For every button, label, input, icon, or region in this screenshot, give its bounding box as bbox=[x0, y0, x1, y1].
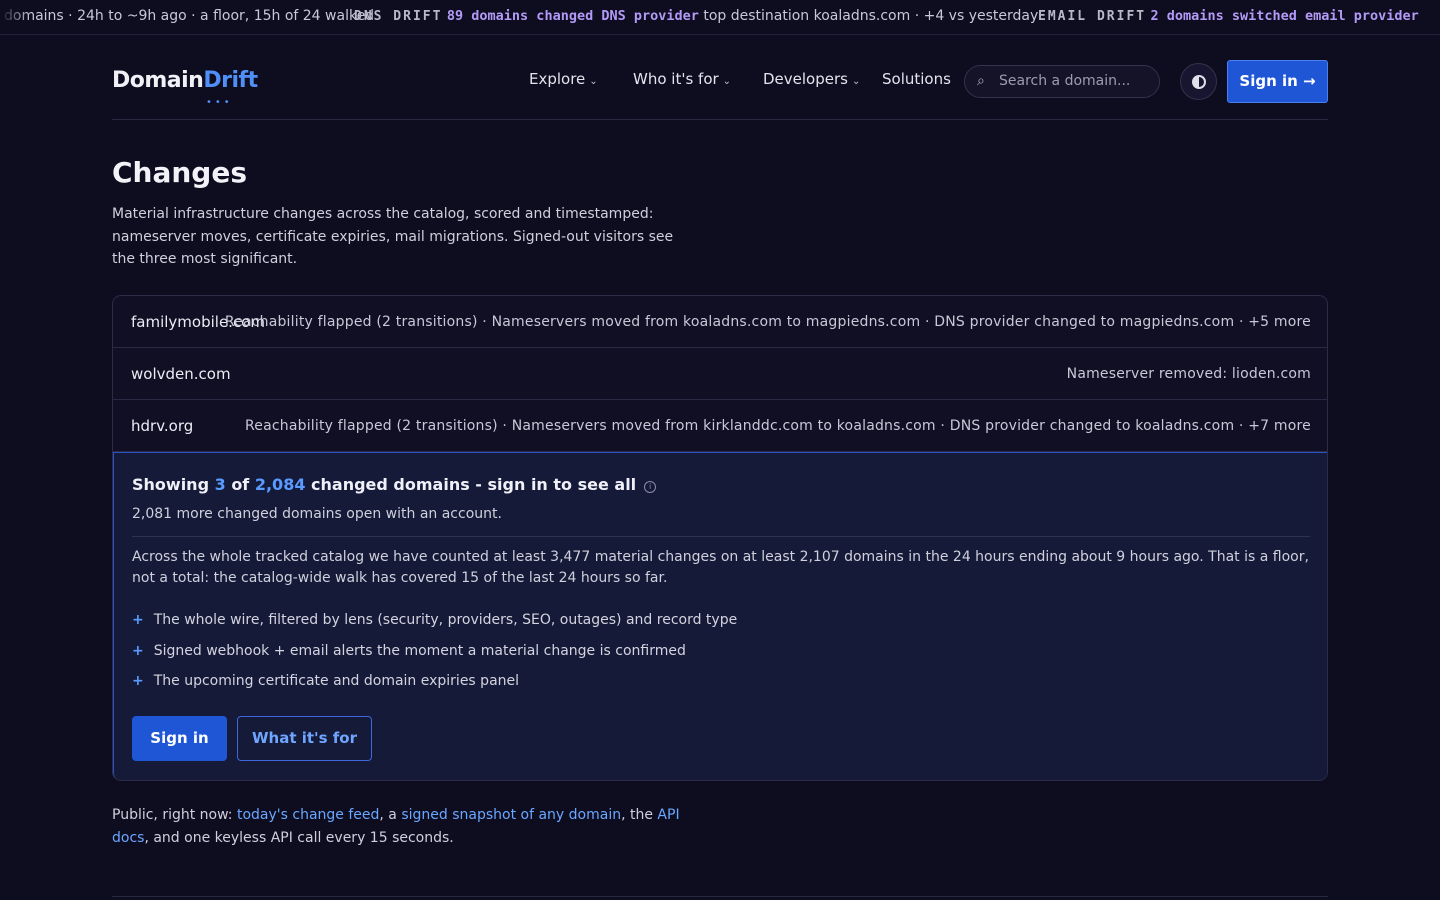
public-sep1: , a bbox=[379, 807, 402, 823]
chevron-down-icon: ⌄ bbox=[589, 76, 598, 87]
gate-subtitle: 2,081 more changed domains open with an … bbox=[132, 506, 502, 522]
ticker-fade bbox=[0, 0, 30, 34]
sign-in-gate: Showing 3 of 2,084 changed domains - sig… bbox=[113, 452, 1327, 780]
sign-in-button[interactable]: Sign in bbox=[132, 716, 227, 761]
theme-toggle-button[interactable] bbox=[1180, 63, 1217, 100]
plus-icon: + bbox=[132, 673, 144, 689]
public-links-paragraph: Public, right now: today's change feed, … bbox=[112, 804, 702, 850]
list-item: + The whole wire, filtered by lens (secur… bbox=[132, 609, 737, 640]
ticker-bar: domains · 24h to ~9h ago · a floor, 15h … bbox=[0, 0, 1440, 35]
list-item-text: The whole wire, filtered by lens (securi… bbox=[153, 612, 738, 628]
changes-table: familymobile.com Reachability flapped (2… bbox=[112, 295, 1328, 781]
main-nav: DomainDrift ••• Explore ⌄ Who it's for ⌄ D… bbox=[112, 58, 1328, 120]
row-changes: Nameserver removed: lioden.com bbox=[1066, 366, 1311, 382]
ticker-text-dns: top destination koaladns.com · +4 vs yes… bbox=[703, 8, 1039, 24]
public-sep2: , the bbox=[621, 807, 658, 823]
public-prefix: Public, right now: bbox=[112, 807, 237, 823]
gate-paragraph: Across the whole tracked catalog we have… bbox=[132, 549, 1309, 586]
search-icon: ⌕ bbox=[977, 73, 985, 89]
logo[interactable]: DomainDrift bbox=[112, 68, 258, 93]
gate-title: Showing 3 of 2,084 changed domains - sig… bbox=[132, 475, 657, 494]
logo-accent: Drift bbox=[203, 68, 258, 93]
list-item: + Signed webhook + email alerts the momen… bbox=[132, 640, 737, 671]
plus-icon: + bbox=[132, 612, 144, 628]
search-placeholder: Search a domain... bbox=[999, 73, 1131, 89]
row-changes: Reachability flapped (2 transitions) · N… bbox=[224, 314, 1311, 330]
logo-dots-icon: ••• bbox=[206, 97, 233, 108]
gate-title-of: of bbox=[231, 475, 250, 494]
divider bbox=[112, 896, 1328, 897]
change-feed-link[interactable]: today's change feed bbox=[237, 807, 379, 823]
nav-who-label: Who it's for bbox=[633, 70, 719, 88]
nav-developers[interactable]: Developers ⌄ bbox=[763, 70, 860, 88]
nav-who-its-for[interactable]: Who it's for ⌄ bbox=[633, 70, 731, 88]
page-title: Changes bbox=[112, 156, 248, 189]
ticker-highlight-dns: 89 domains changed DNS provider bbox=[446, 8, 699, 24]
page-description: Material infrastructure changes across t… bbox=[112, 206, 674, 267]
ticker-label-dns: DNS DRIFT bbox=[354, 9, 443, 24]
search-input[interactable]: ⌕ Search a domain... bbox=[964, 65, 1160, 98]
what-its-for-button[interactable]: What it's for bbox=[237, 716, 372, 761]
ticker-segment-email[interactable]: EMAIL DRIFT 2 domains switched email pro… bbox=[1038, 0, 1419, 33]
list-item-text: Signed webhook + email alerts the moment… bbox=[153, 642, 686, 659]
row-domain[interactable]: wolvden.com bbox=[131, 348, 231, 400]
logo-main: Domain bbox=[112, 68, 204, 93]
gate-shown-count: 3 bbox=[214, 475, 226, 494]
row-changes: Reachability flapped (2 transitions) · N… bbox=[244, 418, 1311, 434]
nav-explore-label: Explore bbox=[529, 70, 586, 88]
list-item-text: The upcoming certificate and domain expi… bbox=[153, 673, 520, 689]
ticker-highlight-email: 2 domains switched email provider bbox=[1150, 8, 1419, 24]
table-row[interactable]: wolvden.com Nameserver removed: lioden.c… bbox=[113, 348, 1327, 400]
ticker-segment-1: domains · 24h to ~9h ago · a floor, 15h … bbox=[4, 8, 375, 24]
divider bbox=[132, 536, 1310, 537]
feature-list: + The whole wire, filtered by lens (secur… bbox=[132, 609, 737, 701]
ticker-segment-dns[interactable]: DNS DRIFT 89 domains changed DNS provide… bbox=[354, 0, 1038, 33]
list-item: + The upcoming certificate and domain exp… bbox=[132, 670, 737, 701]
chevron-down-icon: ⌄ bbox=[851, 76, 861, 87]
contrast-icon bbox=[1192, 75, 1206, 89]
plus-icon: + bbox=[132, 642, 144, 659]
gate-title-suffix: changed domains - sign in to see all bbox=[311, 475, 637, 494]
nav-explore[interactable]: Explore ⌄ bbox=[529, 70, 598, 88]
nav-developers-label: Developers bbox=[763, 70, 848, 88]
header-sign-in-button[interactable]: Sign in → bbox=[1227, 60, 1328, 103]
table-row[interactable]: familymobile.com Reachability flapped (2… bbox=[113, 296, 1327, 348]
row-domain[interactable]: hdrv.org bbox=[131, 400, 193, 452]
chevron-down-icon: ⌄ bbox=[722, 76, 732, 87]
nav-solutions[interactable]: Solutions bbox=[882, 70, 951, 88]
info-icon[interactable]: i bbox=[644, 481, 657, 493]
nav-solutions-label: Solutions bbox=[882, 70, 951, 88]
gate-total-count: 2,084 bbox=[254, 475, 306, 494]
ticker-label-email: EMAIL DRIFT bbox=[1038, 9, 1147, 24]
signed-snapshot-link[interactable]: signed snapshot of any domain bbox=[401, 807, 621, 823]
gate-title-prefix: Showing bbox=[132, 475, 210, 494]
table-row[interactable]: hdrv.org Reachability flapped (2 transit… bbox=[113, 400, 1327, 452]
public-suffix: , and one keyless API call every 15 seco… bbox=[144, 830, 454, 846]
